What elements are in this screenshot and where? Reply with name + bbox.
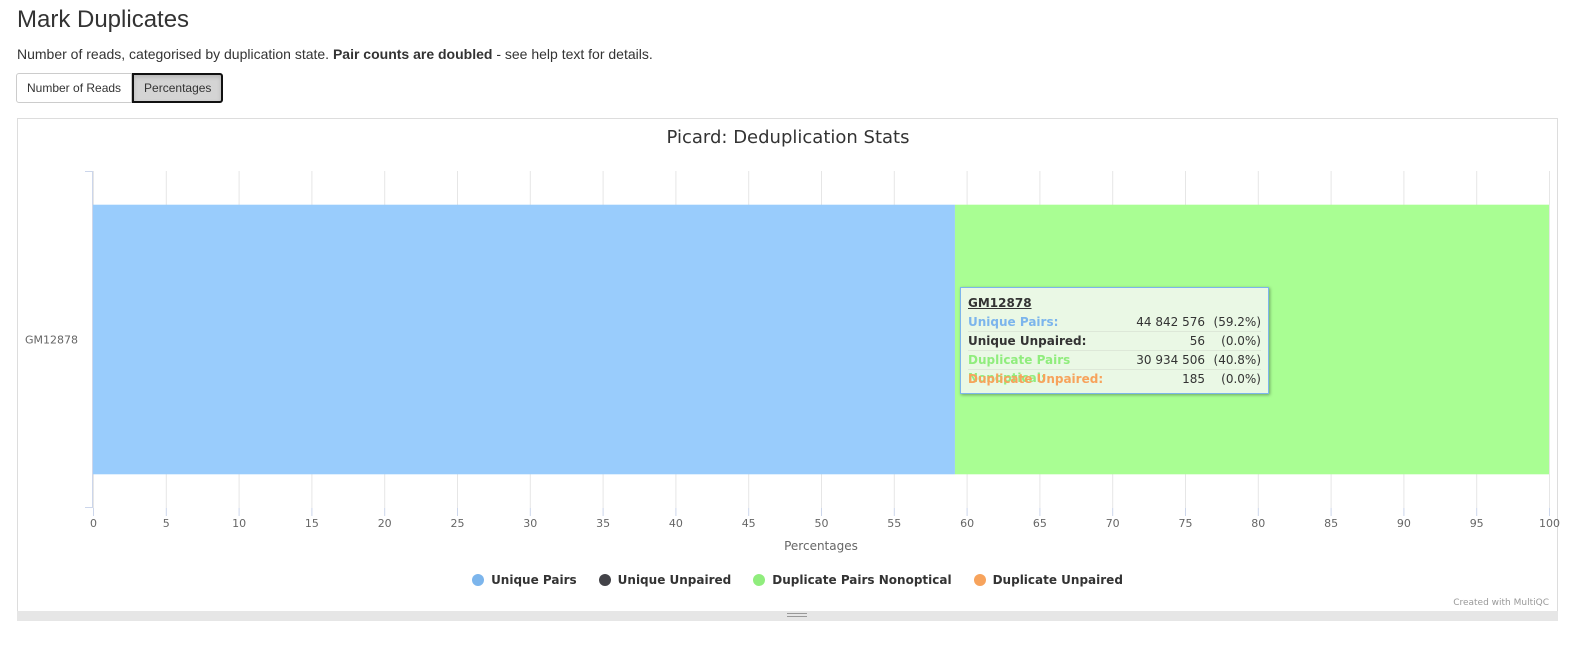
tooltip-count: 30 934 506 bbox=[1136, 353, 1205, 367]
tooltip-percent: (40.8%) bbox=[1213, 353, 1261, 367]
y-category-label: GM12878 bbox=[25, 334, 78, 347]
tooltip-percent: (0.0%) bbox=[1221, 372, 1261, 386]
x-tick-label: 90 bbox=[1397, 517, 1411, 530]
x-tick-label: 80 bbox=[1251, 517, 1265, 530]
tooltip-series-name: Duplicate Unpaired: bbox=[968, 372, 1104, 386]
tooltip-row: Duplicate Unpaired: 185 (0.0%) bbox=[968, 370, 1261, 388]
tooltip-percent: (59.2%) bbox=[1213, 315, 1261, 329]
legend-marker-icon bbox=[598, 574, 611, 586]
x-tick-label: 75 bbox=[1179, 517, 1193, 530]
x-tick-label: 20 bbox=[378, 517, 392, 530]
legend-label: Unique Unpaired bbox=[617, 573, 732, 587]
tooltip-series-name: Unique Unpaired: bbox=[968, 334, 1087, 348]
x-tick-label: 30 bbox=[523, 517, 537, 530]
tooltip-percent: (0.0%) bbox=[1221, 334, 1261, 348]
legend-marker-icon bbox=[753, 574, 766, 586]
legend-item[interactable]: Unique Pairs bbox=[472, 573, 577, 587]
tooltip-count: 56 bbox=[1189, 334, 1205, 348]
x-tick-label: 50 bbox=[815, 517, 829, 530]
bar-segment-unique-pairs[interactable] bbox=[93, 204, 955, 475]
tooltip-sample-name: GM12878 bbox=[968, 296, 1032, 310]
chart-legend: Unique Pairs Unique Unpaired Duplicate Pai… bbox=[0, 573, 1595, 587]
legend-label: Duplicate Pairs Nonoptical bbox=[772, 573, 952, 587]
x-tick-label: 35 bbox=[596, 517, 610, 530]
multiqc-credit[interactable]: Created with MultiQC bbox=[1453, 598, 1549, 608]
x-tick-label: 70 bbox=[1106, 517, 1120, 530]
tooltip-row: Duplicate Pairs Nonoptical: 30 934 506 (40… bbox=[968, 351, 1261, 385]
x-tick-label: 45 bbox=[742, 517, 756, 530]
x-tick-label: 25 bbox=[451, 517, 465, 530]
chart-title: Picard: Deduplication Stats bbox=[667, 127, 910, 148]
x-tick-label: 60 bbox=[960, 517, 974, 530]
x-tick-label: 55 bbox=[887, 517, 901, 530]
tooltip-series-name: Duplicate Pairs Nonoptical: bbox=[968, 353, 1071, 385]
tooltip-count: 185 bbox=[1182, 372, 1205, 386]
tooltip-count: 44 842 576 bbox=[1136, 315, 1205, 329]
legend-marker-icon bbox=[472, 574, 485, 586]
legend-label: Duplicate Unpaired bbox=[992, 573, 1123, 587]
x-tick-label: 95 bbox=[1470, 517, 1484, 530]
legend-marker-icon bbox=[973, 574, 986, 586]
chart-tooltip: GM12878 Unique Pairs: 44 842 576 (59.2%) Un… bbox=[960, 287, 1269, 394]
bar-series bbox=[93, 204, 1549, 475]
legend-item[interactable]: Unique Unpaired bbox=[598, 573, 732, 587]
x-tick-label: 85 bbox=[1324, 517, 1338, 530]
plot-resize-handle[interactable] bbox=[17, 611, 1558, 621]
x-tick-label: 65 bbox=[1033, 517, 1047, 530]
legend-item[interactable]: Duplicate Pairs Nonoptical bbox=[753, 573, 952, 587]
tooltip-series-name: Unique Pairs: bbox=[968, 315, 1059, 329]
tooltip-row: Unique Unpaired: 56 (0.0%) bbox=[968, 332, 1261, 351]
x-tick-label: 0 bbox=[90, 517, 97, 530]
resize-grip-icon bbox=[787, 613, 807, 619]
legend-item[interactable]: Duplicate Unpaired bbox=[973, 573, 1123, 587]
legend-label: Unique Pairs bbox=[491, 573, 577, 587]
tooltip-row: Unique Pairs: 44 842 576 (59.2%) bbox=[968, 313, 1261, 332]
x-tick-label: 40 bbox=[669, 517, 683, 530]
x-tick-label: 5 bbox=[163, 517, 170, 530]
x-tick-label: 100 bbox=[1539, 517, 1560, 530]
x-axis-title: Percentages bbox=[784, 539, 858, 553]
x-tick-label: 15 bbox=[305, 517, 319, 530]
x-tick-label: 10 bbox=[232, 517, 246, 530]
bar-chart: Picard: Deduplication Stats 0 5 10 15 20 25 30… bbox=[25, 127, 1560, 553]
